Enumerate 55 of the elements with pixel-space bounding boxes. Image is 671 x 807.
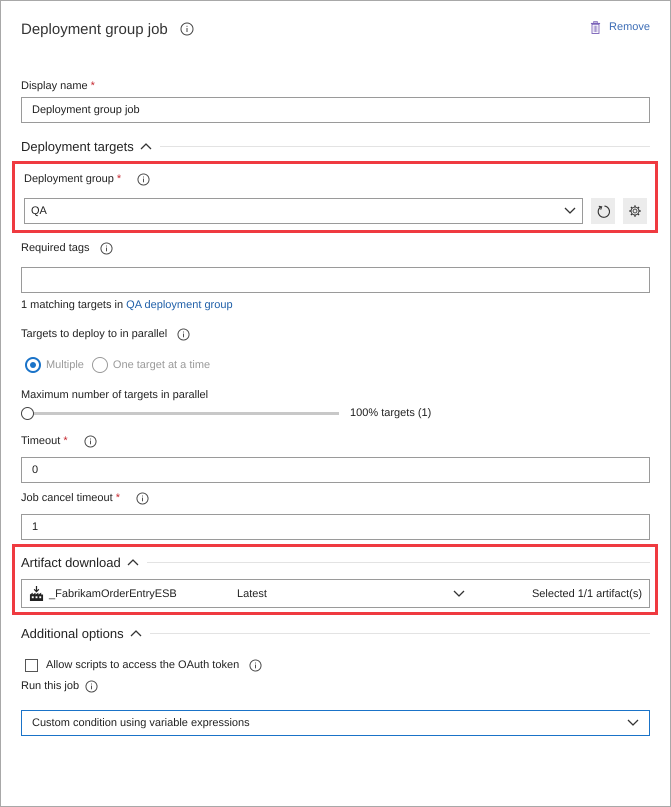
remove-button[interactable]: Remove: [590, 20, 650, 34]
input-field[interactable]: 0: [21, 457, 650, 483]
info-icon[interactable]: [136, 492, 149, 504]
slider-thumb[interactable]: [21, 406, 34, 420]
chevron-icon[interactable]: [126, 558, 139, 566]
field-label: Deployment group: [24, 173, 114, 185]
artifact-row[interactable]: _FabrikamOrderEntryESB Latest Selected 1/1 artifact(s): [21, 579, 650, 608]
chevron-down-icon: [627, 719, 639, 727]
required-mark: *: [90, 80, 95, 92]
input-field[interactable]: [21, 267, 650, 293]
info-icon[interactable]: [180, 22, 194, 36]
input-field[interactable]: Deployment group job: [21, 97, 650, 123]
info-icon[interactable]: [177, 328, 190, 340]
panel-title: Deployment group job: [21, 20, 168, 38]
info-icon[interactable]: [100, 242, 112, 254]
chevron-icon[interactable]: [130, 629, 142, 637]
settings-icon: [628, 204, 642, 218]
checkbox[interactable]: [25, 658, 38, 672]
radio-label: One target at a time: [112, 359, 210, 371]
chevron-down-icon[interactable]: [453, 590, 465, 598]
field-label: Run this job: [21, 680, 80, 692]
chevron-down-icon: [564, 207, 576, 215]
section-heading: Deployment targets: [21, 138, 134, 154]
field-label: Job cancel timeout: [21, 492, 113, 504]
matching-text: 1 matching targets in: [21, 299, 124, 311]
build-artifact-icon: [29, 586, 44, 601]
deployment-group-dropdown[interactable]: QA: [24, 198, 583, 224]
info-icon[interactable]: [137, 172, 150, 186]
field-label: Targets to deploy to in parallel: [21, 328, 168, 340]
radio-label: Multiple: [46, 359, 84, 371]
trash-icon: [590, 20, 602, 34]
field-label: Timeout: [21, 435, 60, 447]
deployment-group-link[interactable]: QA deployment group: [126, 299, 233, 311]
section-heading: Additional options: [21, 626, 124, 640]
field-label: Required tags: [21, 242, 90, 254]
field-label: Display name: [21, 80, 88, 92]
artifact-selection: Selected 1/1 artifact(s): [532, 588, 642, 600]
checkbox-label: Allow scripts to access the OAuth token: [46, 659, 240, 671]
required-mark: *: [63, 435, 68, 447]
settings-button[interactable]: [623, 198, 647, 224]
artifact-version: Latest: [237, 588, 268, 600]
refresh-icon: [596, 204, 610, 218]
field-label: Maximum number of targets in parallel: [21, 389, 208, 401]
info-icon[interactable]: [84, 434, 97, 448]
artifact-name: _FabrikamOrderEntryESB: [49, 588, 178, 600]
info-icon[interactable]: [85, 680, 98, 692]
slider-reading: 100% targets (1): [350, 407, 432, 419]
refresh-button[interactable]: [591, 198, 615, 224]
input-field[interactable]: 1: [21, 514, 650, 540]
chevron-icon[interactable]: [140, 142, 152, 150]
run-condition-dropdown[interactable]: Custom condition using variable expressions: [21, 710, 650, 736]
section-heading: Artifact download: [21, 554, 121, 570]
info-icon[interactable]: [249, 658, 262, 672]
required-mark: *: [116, 173, 122, 185]
required-mark: *: [116, 492, 120, 504]
